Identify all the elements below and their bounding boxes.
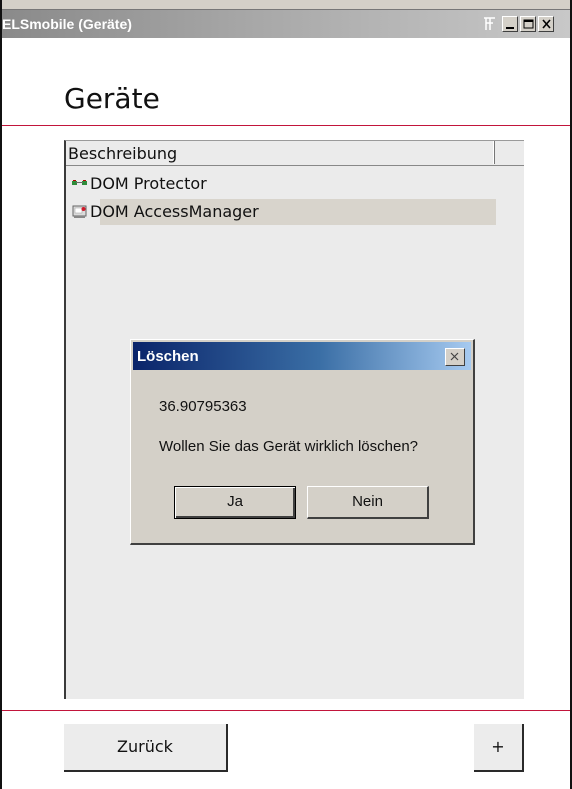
list-item[interactable]: DOM Protector: [66, 171, 498, 197]
add-device-button[interactable]: +: [474, 724, 524, 772]
header-divider: [2, 125, 570, 126]
dialog-message: Wollen Sie das Gerät wirklich löschen?: [159, 438, 419, 455]
list-item-selected[interactable]: DOM AccessManager: [66, 199, 498, 225]
column-header-label: Beschreibung: [68, 144, 178, 163]
window-title: ELSmobile (Geräte): [2, 16, 132, 32]
no-button[interactable]: Nein: [307, 486, 429, 519]
list-item-label: DOM Protector: [90, 174, 207, 193]
device-link-icon: [72, 176, 88, 195]
list-header: Beschreibung: [66, 141, 524, 166]
device-red-icon: [72, 204, 88, 223]
sip-keyboard-icon[interactable]: [482, 16, 498, 32]
back-button[interactable]: Zurück: [64, 724, 228, 772]
dialog-close-icon[interactable]: [445, 348, 465, 366]
list-item-label: DOM AccessManager: [90, 202, 259, 221]
footer-divider: [2, 710, 570, 711]
window-left-border: [0, 0, 2, 789]
close-icon[interactable]: [538, 16, 554, 32]
minimize-icon[interactable]: [502, 16, 518, 32]
dialog-titlebar[interactable]: Löschen: [133, 342, 471, 370]
maximize-icon[interactable]: [520, 16, 536, 32]
dialog-title: Löschen: [137, 348, 199, 365]
delete-dialog: Löschen 36.90795363 Wollen Sie das Gerät…: [130, 339, 475, 545]
column-header-beschreibung[interactable]: Beschreibung: [66, 141, 495, 164]
window-top-border: [0, 0, 572, 10]
window-titlebar[interactable]: ELSmobile (Geräte): [2, 10, 570, 38]
page-title: Geräte: [64, 82, 160, 115]
dialog-value-text: 36.90795363: [159, 398, 247, 415]
yes-button[interactable]: Ja: [174, 486, 296, 519]
